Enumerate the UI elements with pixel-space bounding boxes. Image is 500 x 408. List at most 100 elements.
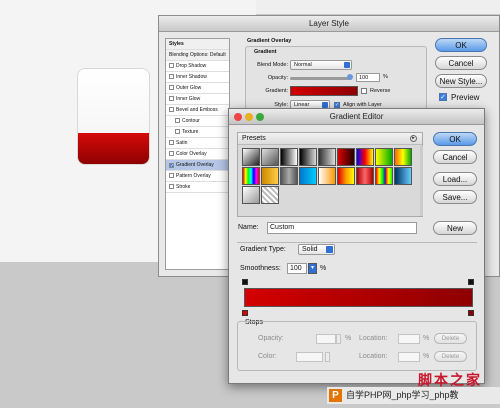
stop-opacity-label: Opacity: bbox=[258, 335, 284, 342]
opacity-field[interactable]: 100 bbox=[356, 73, 380, 82]
preset-swatch[interactable] bbox=[337, 148, 355, 166]
stop-opacity-stepper[interactable] bbox=[336, 334, 341, 344]
style-checkbox[interactable] bbox=[175, 118, 180, 123]
style-item[interactable]: Drop Shadow bbox=[166, 61, 229, 72]
style-item[interactable]: Outer Glow bbox=[166, 83, 229, 94]
gradient-group-title: Gradient bbox=[254, 49, 277, 55]
load-button[interactable]: Load... bbox=[433, 172, 477, 186]
ok-button[interactable]: OK bbox=[435, 38, 487, 52]
preset-swatch[interactable] bbox=[242, 186, 260, 204]
ge-cancel-button[interactable]: Cancel bbox=[433, 150, 477, 164]
watermark-text: 自学PHP网_php学习_php教 bbox=[346, 390, 459, 400]
smoothness-dropdown-icon[interactable]: ▾ bbox=[308, 263, 317, 274]
chevron-down-icon bbox=[344, 62, 350, 68]
style-item[interactable]: Texture bbox=[166, 127, 229, 138]
styles-header[interactable]: Styles bbox=[166, 39, 229, 50]
preset-swatch[interactable] bbox=[394, 167, 412, 185]
style-item[interactable]: Bevel and Emboss bbox=[166, 105, 229, 116]
new-style-button[interactable]: New Style... bbox=[435, 74, 487, 88]
stop-color-label: Color: bbox=[258, 353, 277, 360]
cancel-button[interactable]: Cancel bbox=[435, 56, 487, 70]
blend-mode-select[interactable]: Normal bbox=[290, 60, 352, 70]
delete-opacity-stop-button[interactable]: Delete bbox=[434, 333, 467, 344]
presets-menu-icon[interactable]: ▸ bbox=[410, 135, 417, 142]
style-checkbox[interactable] bbox=[169, 173, 174, 178]
style-checkbox[interactable] bbox=[169, 140, 174, 145]
preset-swatch[interactable] bbox=[242, 148, 260, 166]
presets-label: Presets bbox=[242, 135, 266, 142]
reverse-checkbox[interactable] bbox=[361, 88, 367, 94]
preset-swatch[interactable] bbox=[261, 148, 279, 166]
save-button[interactable]: Save... bbox=[433, 190, 477, 204]
minimize-icon[interactable] bbox=[245, 113, 253, 121]
preset-swatch[interactable] bbox=[375, 148, 393, 166]
style-checkbox[interactable] bbox=[169, 107, 174, 112]
style-checkbox[interactable] bbox=[175, 129, 180, 134]
opacity-slider-thumb[interactable] bbox=[347, 74, 353, 80]
stop-color-stepper[interactable] bbox=[325, 352, 330, 362]
stop-opacity-field[interactable] bbox=[316, 334, 336, 344]
layer-style-title[interactable]: Layer Style bbox=[159, 16, 499, 32]
zoom-icon[interactable] bbox=[256, 113, 264, 121]
opacity-label: Opacity: bbox=[267, 75, 288, 81]
gradient-label: Gradient: bbox=[265, 88, 288, 94]
blending-options-item[interactable]: Blending Options: Default bbox=[166, 50, 229, 61]
preset-swatch[interactable] bbox=[318, 148, 336, 166]
preset-swatch[interactable] bbox=[299, 167, 317, 185]
style-item[interactable]: Stroke bbox=[166, 182, 229, 193]
style-item[interactable]: Pattern Overlay bbox=[166, 171, 229, 182]
gradient-type-select[interactable]: Solid bbox=[298, 244, 335, 255]
style-checkbox[interactable] bbox=[169, 96, 174, 101]
style-item[interactable]: Satin bbox=[166, 138, 229, 149]
preset-swatch[interactable] bbox=[299, 148, 317, 166]
style-checkbox[interactable] bbox=[169, 74, 174, 79]
style-checkbox[interactable] bbox=[169, 151, 174, 156]
style-checkbox[interactable] bbox=[169, 63, 174, 68]
style-item[interactable]: ✓ Gradient Overlay bbox=[166, 160, 229, 171]
style-item[interactable]: Inner Glow bbox=[166, 94, 229, 105]
close-icon[interactable] bbox=[234, 113, 242, 121]
preset-swatch[interactable] bbox=[261, 186, 279, 204]
preset-swatch[interactable] bbox=[280, 167, 298, 185]
style-checkbox[interactable]: ✓ bbox=[169, 163, 174, 169]
preset-swatch[interactable] bbox=[337, 167, 355, 185]
ge-ok-button[interactable]: OK bbox=[433, 132, 477, 146]
gradient-editor-title[interactable]: Gradient Editor bbox=[229, 109, 484, 125]
gradient-preview-bar[interactable] bbox=[244, 288, 473, 307]
opacity-unit: % bbox=[383, 74, 388, 80]
preset-swatch[interactable] bbox=[356, 167, 374, 185]
new-button[interactable]: New bbox=[433, 221, 477, 235]
style-item[interactable]: Color Overlay bbox=[166, 149, 229, 160]
opacity-slider[interactable] bbox=[290, 77, 352, 80]
stop-color-swatch[interactable] bbox=[296, 352, 323, 362]
preset-swatch[interactable] bbox=[242, 167, 260, 185]
style-checkbox[interactable] bbox=[169, 85, 174, 90]
style-checkbox[interactable] bbox=[169, 184, 174, 189]
stop-color-location-field[interactable] bbox=[398, 352, 420, 362]
canvas-strip bbox=[256, 0, 500, 14]
preset-swatch[interactable] bbox=[261, 167, 279, 185]
color-stop-right[interactable] bbox=[468, 308, 474, 316]
opacity-stop-right[interactable] bbox=[468, 279, 474, 287]
preview-checkbox[interactable]: ✓ bbox=[439, 93, 447, 101]
style-item-label: Gradient Overlay bbox=[176, 162, 214, 168]
smoothness-unit: % bbox=[320, 265, 327, 272]
delete-color-stop-button[interactable]: Delete bbox=[434, 351, 467, 362]
presets-scrollbar[interactable] bbox=[420, 146, 423, 216]
preset-swatch[interactable] bbox=[375, 167, 393, 185]
smoothness-field[interactable]: 100 bbox=[287, 263, 307, 274]
color-stop-left[interactable] bbox=[242, 308, 248, 316]
preset-swatch[interactable] bbox=[394, 148, 412, 166]
preset-swatch[interactable] bbox=[318, 167, 336, 185]
name-input[interactable]: Custom bbox=[267, 222, 417, 234]
style-item[interactable]: Contour bbox=[166, 116, 229, 127]
preset-swatch[interactable] bbox=[280, 148, 298, 166]
preset-swatch[interactable] bbox=[356, 148, 374, 166]
style-item-label: Satin bbox=[176, 140, 188, 146]
gradient-swatch[interactable] bbox=[290, 86, 358, 96]
opacity-stop-left[interactable] bbox=[242, 279, 248, 287]
preview-label: Preview bbox=[451, 93, 480, 102]
style-item[interactable]: Inner Shadow bbox=[166, 72, 229, 83]
stops-group: Opacity: % Location: % Delete Color: Loc… bbox=[237, 321, 477, 371]
stop-opacity-location-field[interactable] bbox=[398, 334, 420, 344]
